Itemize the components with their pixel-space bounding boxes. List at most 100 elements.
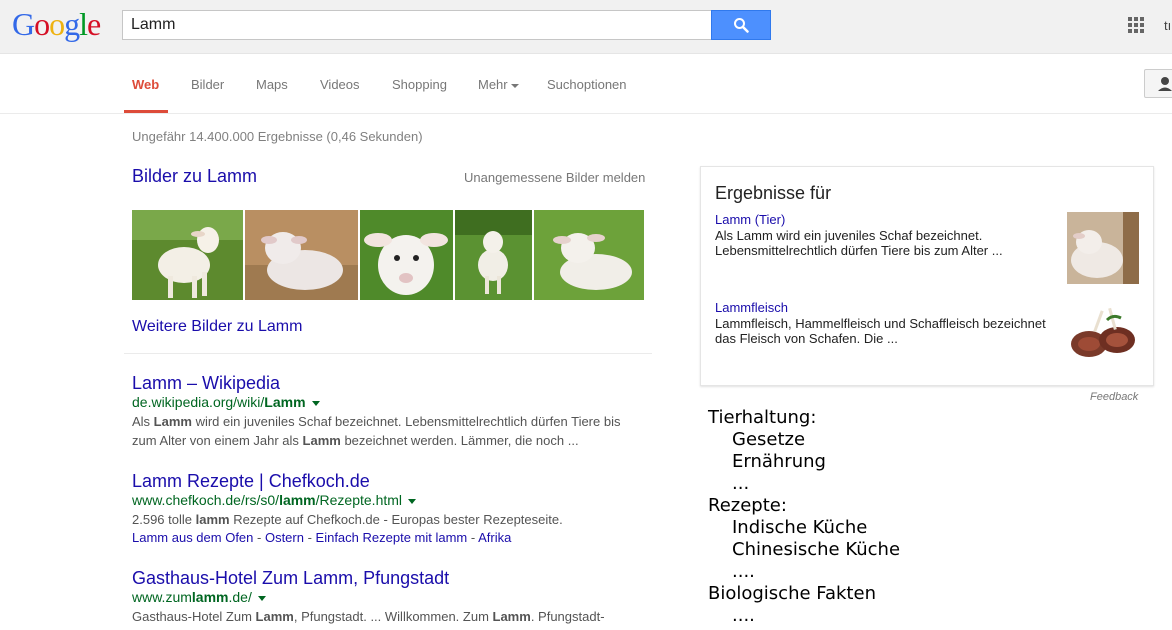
person-icon — [1158, 77, 1172, 91]
search-button[interactable] — [711, 10, 771, 40]
account-button[interactable] — [1144, 69, 1172, 98]
outline-item: .... — [732, 605, 755, 626]
snippet-text: Gasthaus-Hotel Zum — [132, 609, 256, 624]
outline-item: ... — [732, 473, 750, 494]
snippet-text: Rezepte auf Chefkoch.de - Europas bester… — [229, 512, 563, 527]
search-result: Gasthaus-Hotel Zum Lamm, Pfungstadt www.… — [132, 567, 642, 630]
tab-maps[interactable]: Maps — [256, 77, 288, 92]
tab-suchoptionen[interactable]: Suchoptionen — [547, 77, 627, 92]
tab-bilder[interactable]: Bilder — [191, 77, 224, 92]
google-logo[interactable]: Google — [12, 6, 101, 42]
logo-letter-o2: o — [49, 6, 65, 42]
search-result: Lamm Rezepte | Chefkoch.de www.chefkoch.… — [132, 470, 642, 547]
report-images-link[interactable]: Unangemessene Bilder melden — [464, 170, 645, 185]
topic-outline: Tierhaltung: Gesetze Ernährung ... Rezep… — [708, 407, 900, 627]
logo-letter-l: l — [79, 6, 88, 42]
knowledge-item-link[interactable]: Lammfleisch — [715, 300, 1065, 316]
more-images-link[interactable]: Weitere Bilder zu Lamm — [132, 318, 302, 336]
result-url: de.wikipedia.org/wiki/Lamm — [132, 394, 642, 410]
lamb-thumbnail-1[interactable] — [132, 210, 243, 300]
lamb-meat-photo[interactable] — [1067, 300, 1139, 372]
snippet-text: , Pfungstadt. ... Willkommen. Zum — [293, 609, 493, 624]
chevron-down-icon[interactable] — [408, 498, 417, 504]
result-title-link[interactable]: Lamm – Wikipedia — [132, 372, 642, 394]
result-url-part: www.zum — [132, 589, 192, 605]
snippet-bold: Lamm — [153, 414, 192, 429]
result-snippet: Als Lamm wird ein juveniles Schaf bezeic… — [132, 412, 642, 450]
chevron-down-icon[interactable] — [257, 595, 266, 601]
tab-videos[interactable]: Videos — [320, 77, 360, 92]
snippet-text: 2.596 tolle — [132, 512, 196, 527]
knowledge-item-link[interactable]: Lamm (Tier) — [715, 212, 1065, 228]
logo-letter-o1: o — [34, 6, 50, 42]
result-url-part: de.wikipedia.org/wiki/ — [132, 394, 265, 410]
divider — [124, 353, 652, 354]
result-title-link[interactable]: Gasthaus-Hotel Zum Lamm, Pfungstadt — [132, 567, 642, 589]
outline-item: .... — [732, 561, 755, 582]
lamb-thumbnail-2[interactable] — [245, 210, 358, 300]
outline-item: Indische Küche — [732, 517, 868, 538]
knowledge-item: Lamm (Tier) Als Lamm wird ein juveniles … — [715, 212, 1065, 258]
outline-item: Chinesische Küche — [732, 539, 901, 560]
logo-letter-g2: g — [64, 6, 80, 42]
logo-letter-g: G — [12, 6, 35, 42]
result-url-part: /Rezepte.html — [315, 492, 403, 508]
sitelink[interactable]: Einfach Rezepte mit lamm — [316, 530, 468, 545]
lamb-image — [132, 210, 243, 300]
active-tab-indicator — [124, 110, 168, 113]
snippet-bold: Lamm — [492, 609, 531, 624]
sitelinks: Lamm aus dem Ofen - Ostern - Einfach Rez… — [132, 530, 512, 545]
outline-item: Rezepte: — [708, 495, 787, 516]
lamb-image — [1067, 212, 1139, 284]
tab-mehr[interactable]: Mehr — [478, 77, 519, 92]
sitelink[interactable]: Lamm aus dem Ofen — [132, 530, 253, 545]
feedback-link[interactable]: Feedback — [1090, 391, 1138, 403]
logo-letter-e: e — [87, 6, 101, 42]
knowledge-item-text: Lammfleisch, Hammelfleisch und Schafflei… — [715, 316, 1046, 346]
snippet-bold: lamm — [195, 512, 230, 527]
lamb-image — [534, 210, 644, 300]
lamb-thumbnail-4[interactable] — [455, 210, 532, 300]
result-url: www.zumlamm.de/ — [132, 589, 642, 605]
knowledge-item: Lammfleisch Lammfleisch, Hammelfleisch u… — [715, 300, 1065, 346]
chevron-down-icon[interactable] — [311, 400, 320, 406]
search-input[interactable]: Lamm — [122, 10, 712, 40]
top-bar: Google Lamm tı — [0, 0, 1172, 54]
result-title-link[interactable]: Lamm Rezepte | Chefkoch.de — [132, 470, 642, 492]
result-stats: Ungefähr 14.400.000 Ergebnisse (0,46 Sek… — [132, 129, 423, 144]
tab-shopping[interactable]: Shopping — [392, 77, 447, 92]
lamb-thumbnail-5[interactable] — [534, 210, 644, 300]
sitelink[interactable]: Afrika — [478, 530, 511, 545]
search-tabs: Web Bilder Maps Videos Shopping Mehr Suc… — [0, 55, 1172, 114]
result-url-bold: Lamm — [264, 394, 306, 410]
lamb-photo[interactable] — [1067, 212, 1139, 284]
chevron-down-icon — [510, 83, 519, 88]
result-snippet: 2.596 tolle lamm Rezepte auf Chefkoch.de… — [132, 510, 642, 529]
images-heading-link[interactable]: Bilder zu Lamm — [132, 166, 257, 187]
snippet-bold: Lamm — [302, 433, 341, 448]
lamb-thumbnail-3[interactable] — [360, 210, 453, 300]
outline-item: Ernährung — [732, 451, 826, 472]
lamb-image — [360, 210, 453, 300]
outline-item: Gesetze — [732, 429, 806, 450]
lamb-image — [455, 210, 532, 300]
apps-grid-icon[interactable] — [1128, 17, 1144, 33]
outline-item: Biologische Fakten — [708, 583, 876, 604]
result-url-part: .de/ — [228, 589, 252, 605]
search-icon — [734, 18, 749, 33]
result-url-bold: lamm — [191, 589, 229, 605]
outline-item: Tierhaltung: — [708, 407, 817, 428]
snippet-text: bezeichnet werden. Lämmer, die noch ... — [340, 433, 579, 448]
snippet-text: Als — [132, 414, 154, 429]
meat-image — [1067, 300, 1139, 372]
knowledge-panel: Ergebnisse für Lamm (Tier) Als Lamm wird… — [700, 166, 1154, 386]
result-url: www.chefkoch.de/rs/s0/lamm/Rezepte.html — [132, 492, 642, 508]
lamb-image — [245, 210, 358, 300]
user-name-truncated[interactable]: tı — [1164, 18, 1171, 33]
tab-web[interactable]: Web — [132, 77, 159, 92]
sitelink[interactable]: Ostern — [265, 530, 304, 545]
result-url-bold: lamm — [279, 492, 316, 508]
snippet-bold: Lamm — [255, 609, 294, 624]
result-url-part: www.chefkoch.de/rs/s0/ — [132, 492, 280, 508]
search-result: Lamm – Wikipedia de.wikipedia.org/wiki/L… — [132, 372, 642, 450]
